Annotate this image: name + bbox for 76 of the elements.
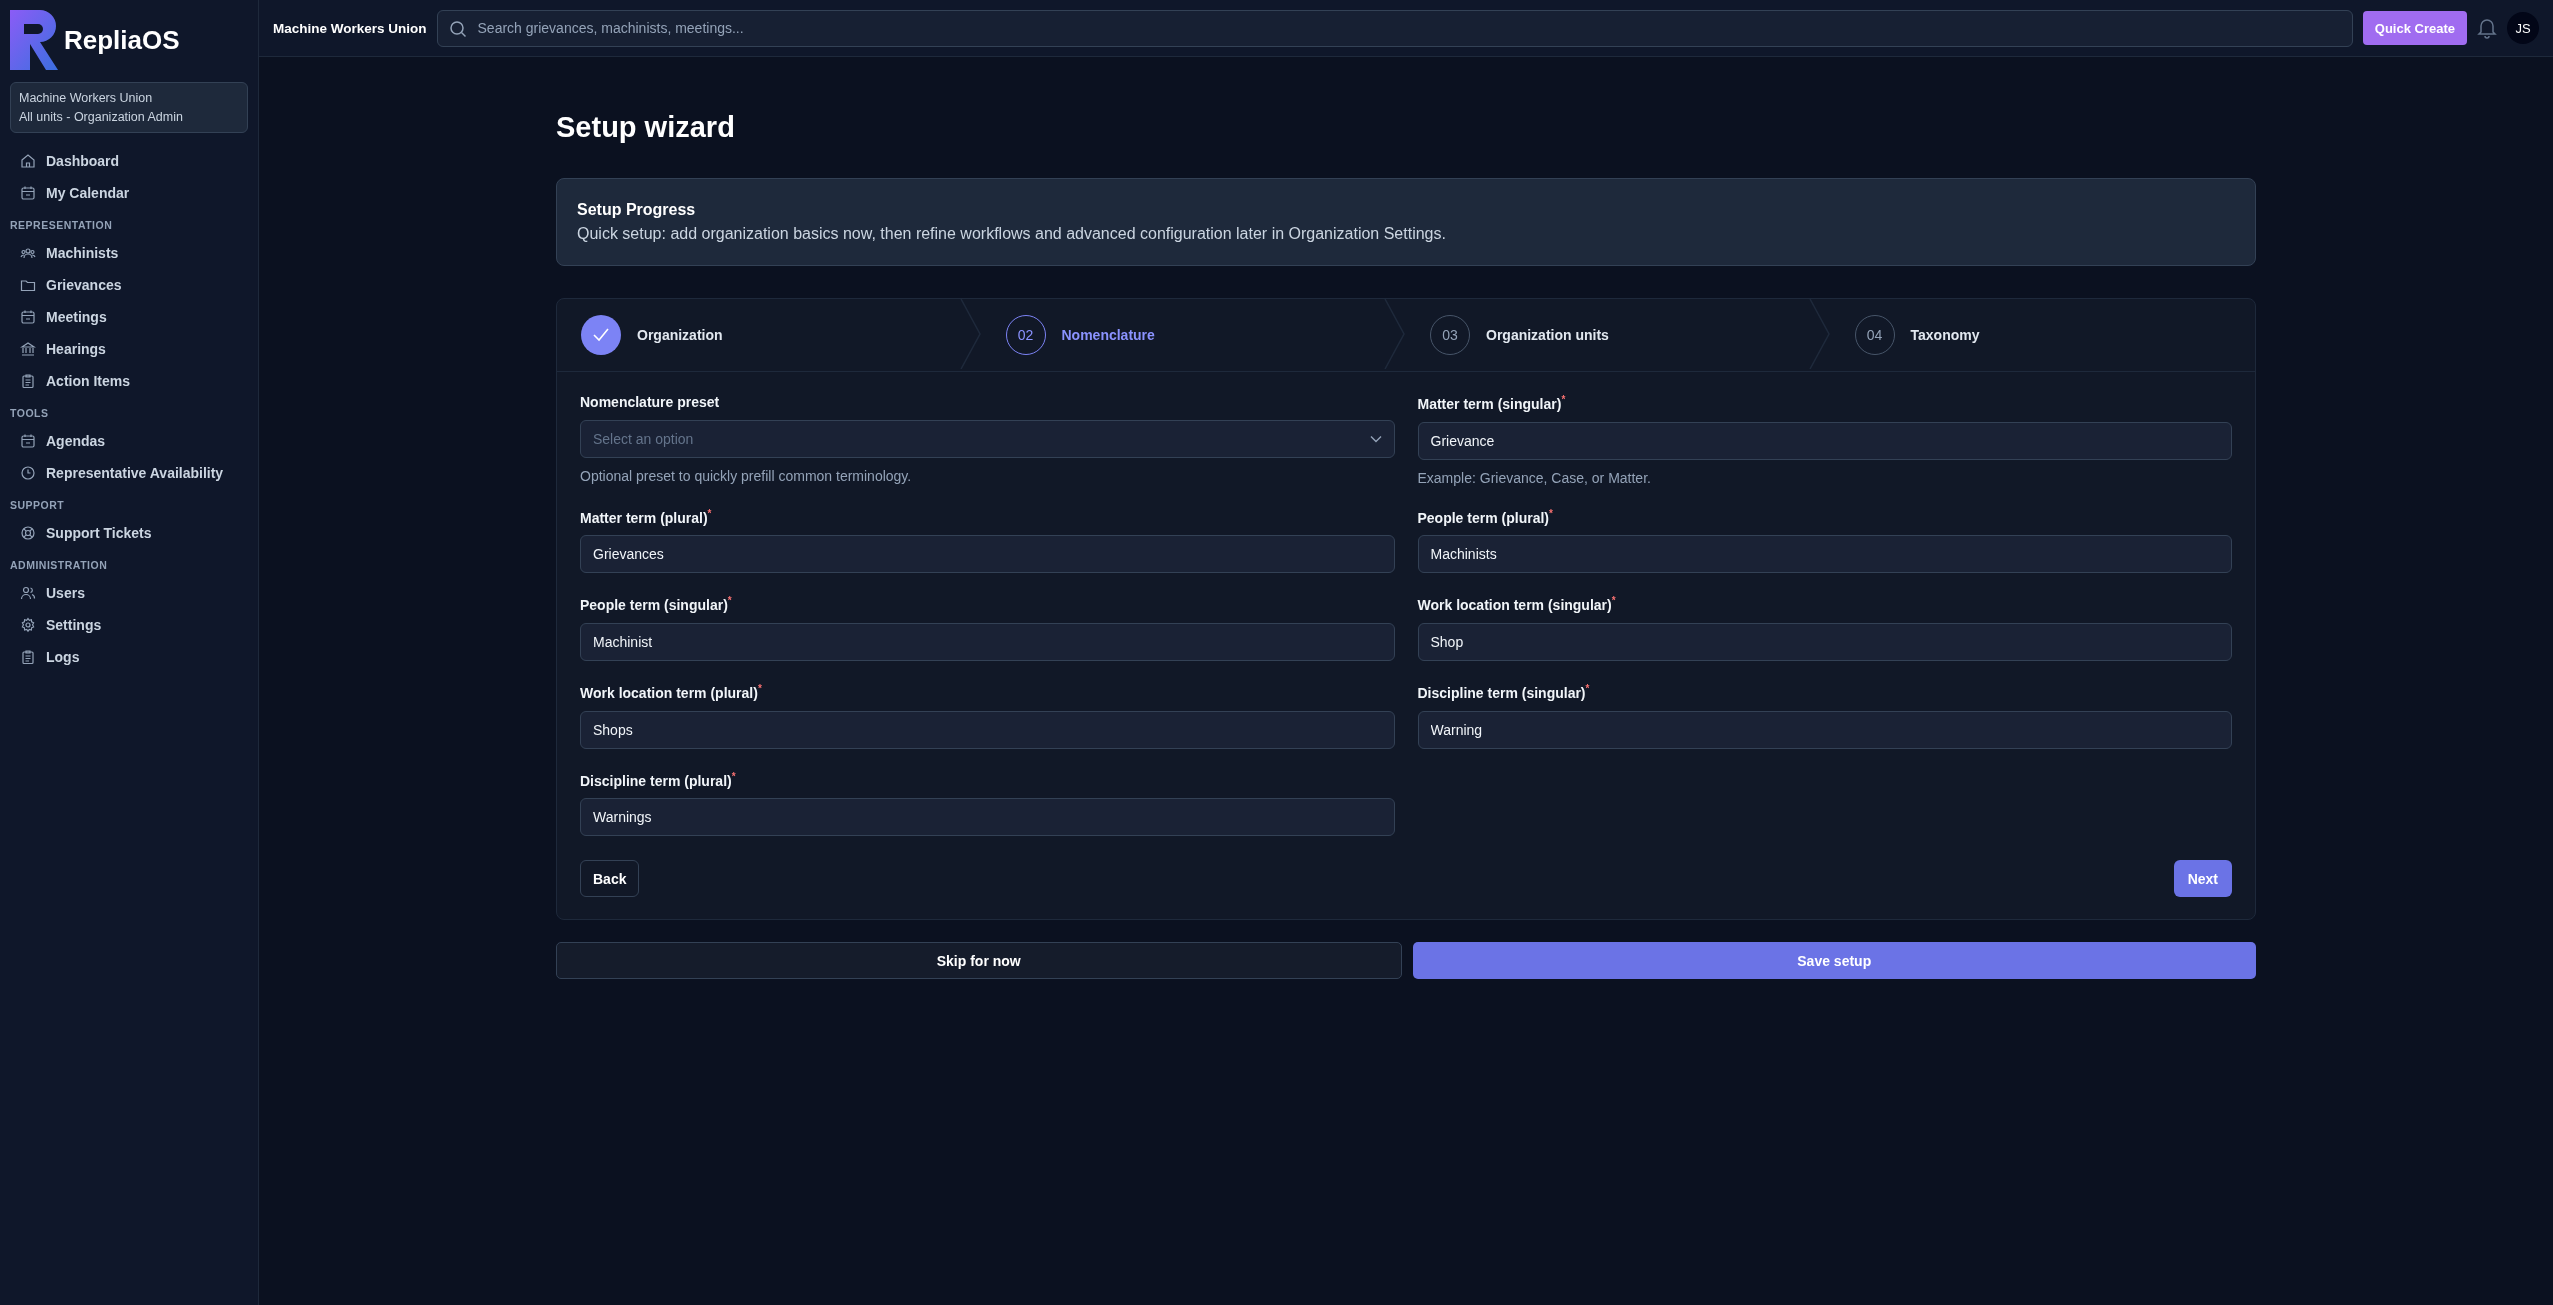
wizard-step[interactable]: 02 Nomenclature (981, 299, 1406, 371)
user-avatar[interactable]: JS (2507, 12, 2539, 44)
organization-card[interactable]: Machine Workers Union All units - Organization Admin (10, 82, 248, 133)
settings-icon (20, 617, 36, 633)
calendar-icon (20, 433, 36, 449)
step-label: Organization (637, 327, 723, 343)
calendar-icon (20, 185, 36, 201)
search-field[interactable]: Search grievances, machinists, meetings... (436, 9, 2353, 47)
field-label: Discipline term (singular)$^{*}$ (1417, 682, 1591, 701)
organization-title: Machine Workers Union (273, 20, 427, 36)
step-label: Organization units (1486, 327, 1609, 343)
text-field[interactable]: Grievance (1417, 421, 2232, 460)
chevron-down-icon (1369, 435, 1382, 443)
text-field[interactable]: Warning (1417, 710, 2232, 749)
nav-item[interactable]: Grievances (10, 269, 248, 301)
nav-item[interactable]: Representative Availability (10, 457, 248, 489)
field-label: Matter term (singular)$^{*}$ (1417, 394, 1567, 412)
help-text: Optional preset to quickly prefill common terminology. (580, 468, 913, 484)
text-field[interactable]: Shops (580, 710, 1395, 749)
organization-name: Machine Workers Union (19, 91, 154, 105)
users-icon (20, 585, 36, 601)
nav-item[interactable]: Dashboard (10, 145, 248, 177)
field-label: Nomenclature preset (580, 394, 721, 410)
logo-icon (10, 10, 60, 70)
nav-item[interactable]: Meetings (10, 301, 248, 333)
skip-button[interactable]: Skip for now (556, 942, 1402, 980)
text-field[interactable]: Machinists (1417, 535, 2232, 574)
field-label: People term (plural)$^{*}$ (1417, 507, 1554, 526)
save-setup-button[interactable]: Save setup (1412, 942, 2256, 980)
nav-item[interactable]: Users (10, 577, 248, 609)
field-label: Work location term (plural)$^{*}$ (580, 682, 763, 701)
field-label: Matter term (plural)$^{*}$ (580, 507, 713, 526)
home-icon (20, 153, 36, 169)
step-label: Nomenclature (1061, 327, 1155, 343)
next-button[interactable]: Next (2173, 860, 2232, 898)
folder-icon (20, 277, 36, 293)
building-icon (20, 341, 36, 357)
nav-item[interactable]: Machinists (10, 237, 248, 269)
page-title: Setup wizard (556, 111, 736, 144)
back-button[interactable]: Back (580, 860, 640, 898)
brand-name: RepliaOS (64, 24, 180, 56)
nav-item[interactable]: Agendas (10, 425, 248, 457)
clipboard-icon (20, 373, 36, 389)
text-field[interactable]: Shop (1417, 622, 2232, 661)
nav-item[interactable]: Settings (10, 609, 248, 641)
check-icon (581, 315, 621, 355)
nav-item[interactable]: Support Tickets (10, 517, 248, 549)
section-heading: SUPPORT (10, 499, 66, 511)
nav-item[interactable]: Hearings (10, 333, 248, 365)
nav-item[interactable]: My Calendar (10, 177, 248, 209)
field-label: People term (singular)$^{*}$ (580, 595, 733, 613)
quick-create-button[interactable]: Quick Create (2362, 11, 2467, 45)
clipboard-icon (20, 649, 36, 665)
organization-role: All units - Organization Admin (19, 110, 184, 124)
section-heading: TOOLS (10, 407, 50, 419)
field-label: Work location term (singular)$^{*}$ (1417, 595, 1617, 613)
section-heading: ADMINISTRATION (10, 559, 109, 571)
wizard-step[interactable]: 03 Organization units (1406, 299, 1831, 371)
clock-icon (20, 465, 36, 481)
step-label: Taxonomy (1910, 327, 1980, 343)
people-icon (20, 245, 36, 261)
lifebuoy-icon (20, 525, 36, 541)
text-field[interactable]: Warnings (580, 798, 1395, 837)
wizard-step[interactable]: 04 Taxonomy (1830, 299, 2255, 371)
help-text: Example: Grievance, Case, or Matter. (1417, 469, 1652, 486)
notification-bell-icon[interactable] (2477, 17, 2497, 39)
nav-item[interactable]: Action Items (10, 365, 248, 397)
card-description: Quick setup: add organization basics now, then refine workflows and advanced configuration later in Organization Settings. (577, 225, 1447, 243)
section-heading: REPRESENTATION (10, 219, 114, 231)
text-field[interactable]: Machinist (580, 622, 1395, 661)
card-title: Setup Progress (577, 201, 697, 219)
nav-item[interactable]: Logs (10, 641, 248, 673)
wizard-step[interactable]: Organization (557, 299, 982, 371)
field-label: Discipline term (plural)$^{*}$ (580, 770, 737, 789)
text-field[interactable]: Grievances (580, 535, 1395, 574)
calendar-icon (20, 309, 36, 325)
